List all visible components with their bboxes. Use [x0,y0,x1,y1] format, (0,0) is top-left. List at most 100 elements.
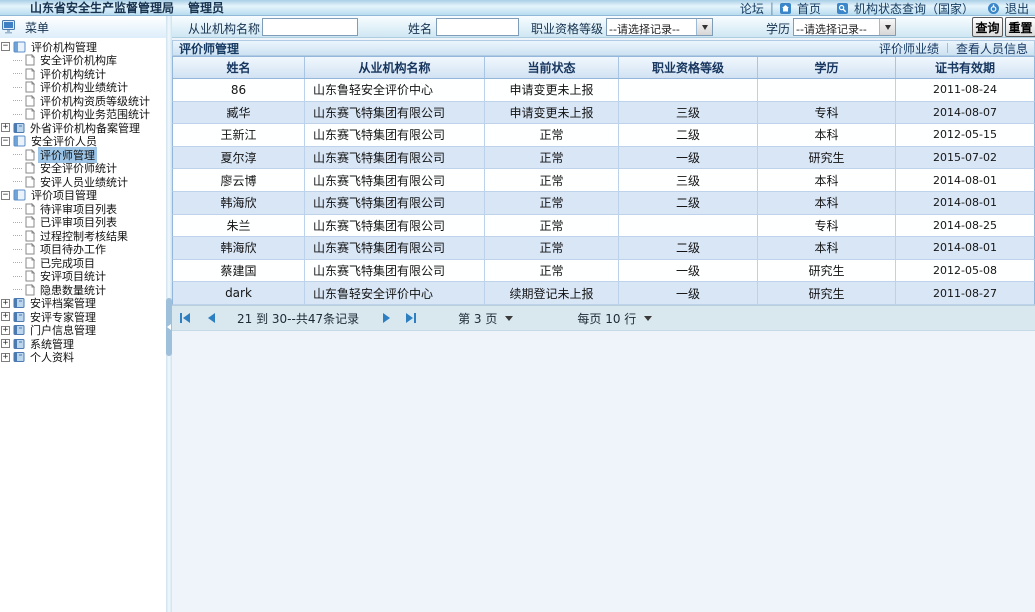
page-number-select[interactable]: 第 3 页 [458,310,513,327]
record-range-info: 21 到 30--共47条记录 [237,310,359,327]
dropdown-arrow-icon[interactable] [879,19,895,35]
tree-connector [13,168,22,169]
collapse-icon[interactable]: − [1,191,10,200]
org-name-input[interactable] [262,18,358,36]
dropdown-arrow-icon[interactable] [696,19,712,35]
table-row[interactable]: 韩海欣山东赛飞特集团有限公司正常二级本科2014-08-01 [172,237,1035,260]
table-cell: 2011-08-27 [896,282,1034,304]
person-name-input[interactable] [436,18,519,36]
forum-link[interactable]: 论坛 [740,0,764,17]
table-cell: 山东赛飞特集团有限公司 [305,260,485,282]
tree-item[interactable]: +系统管理 [0,337,166,351]
expand-icon[interactable]: + [1,339,10,348]
first-page-button[interactable] [180,313,190,323]
expand-icon[interactable]: + [1,312,10,321]
view-personnel-info-link[interactable]: 查看人员信息 [956,40,1028,57]
table-row[interactable]: 廖云博山东赛飞特集团有限公司正常三级本科2014-08-01 [172,169,1035,192]
tree-connector [13,181,22,182]
table-cell: 一级 [619,282,758,304]
table-cell: 2014-08-07 [896,102,1034,124]
expand-icon[interactable]: + [1,326,10,335]
table-cell: dark [173,282,305,304]
table-cell: 正常 [485,192,619,214]
table-row[interactable]: 86山东鲁轻安全评价中心申请变更未上报2011-08-24 [172,79,1035,102]
nav-tree: −评价机构管理安全评价机构库评价机构统计评价机构业绩统计评价机构资质等级统计评价… [0,38,166,364]
table-row[interactable]: dark山东鲁轻安全评价中心续期登记未上报一级研究生2011-08-27 [172,282,1035,305]
folder-icon [13,41,26,53]
page-icon [25,243,35,255]
titlebar-links: 论坛 | 首页 机构状态查询（国家） 退出 [740,0,1029,16]
page-icon [25,270,35,282]
table-cell: 研究生 [758,147,896,169]
dropdown-arrow-icon [505,316,513,321]
expand-icon[interactable]: + [1,353,10,362]
table-header-row: 姓名从业机构名称当前状态职业资格等级学历证书有效期 [172,56,1035,79]
logout-link[interactable]: 退出 [1005,0,1029,17]
table-cell: 本科 [758,192,896,214]
column-header: 证书有效期 [896,57,1034,78]
book-icon [13,351,25,363]
qualification-select[interactable]: --请选择记录-- [606,18,713,36]
table-cell: 二级 [619,124,758,146]
table-cell: 夏尔淳 [173,147,305,169]
page-icon [25,68,35,80]
table-cell: 本科 [758,237,896,259]
collapse-icon[interactable]: − [1,42,10,51]
education-select[interactable]: --请选择记录-- [793,18,896,36]
table-cell: 一级 [619,147,758,169]
next-page-button[interactable] [383,313,390,323]
search-button[interactable]: 查询 [972,17,1003,37]
column-header: 职业资格等级 [619,57,758,78]
table-row[interactable]: 臧华山东赛飞特集团有限公司申请变更未上报三级专科2014-08-07 [172,102,1035,125]
table-cell: 三级 [619,169,758,191]
home-link[interactable]: 首页 [797,0,821,17]
org-status-link[interactable]: 机构状态查询（国家） [854,0,974,17]
evaluator-performance-link[interactable]: 评价师业绩 [879,40,939,57]
table-cell: 山东赛飞特集团有限公司 [305,192,485,214]
org-name-label: 从业机构名称 [178,20,260,37]
page-size-select[interactable]: 每页 10 行 [577,310,652,327]
collapse-icon[interactable]: − [1,137,10,146]
table-cell: 专科 [758,215,896,237]
folder-icon [13,189,26,201]
reset-button[interactable]: 重置 [1005,17,1035,37]
table-row[interactable]: 蔡建国山东赛飞特集团有限公司正常一级研究生2012-05-08 [172,260,1035,283]
table-cell: 韩海欣 [173,192,305,214]
expand-icon[interactable]: + [1,123,10,132]
table-cell: 韩海欣 [173,237,305,259]
tree-connector [13,276,22,277]
table-cell: 二级 [619,237,758,259]
table-cell: 申请变更未上报 [485,102,619,124]
chevron-left-icon [167,324,171,330]
table-cell: 本科 [758,169,896,191]
tree-item[interactable]: + 个人资料 [0,351,166,365]
tree-item-label[interactable]: 个人资料 [28,349,76,365]
book-icon [13,338,25,350]
table-cell: 2014-08-01 [896,169,1034,191]
last-page-button[interactable] [406,313,416,323]
table-cell: 廖云博 [173,169,305,191]
screen: 山东省安全生产监督管理局 管理员 论坛 | 首页 机构状态查询（国家） 退出 菜… [0,0,1035,612]
expand-icon[interactable]: + [1,299,10,308]
table-cell: 正常 [485,237,619,259]
table-cell: 2015-07-02 [896,147,1034,169]
table-row[interactable]: 韩海欣山东赛飞特集团有限公司正常二级本科2014-08-01 [172,192,1035,215]
table-cell: 86 [173,79,305,101]
table-row[interactable]: 夏尔淳山东赛飞特集团有限公司正常一级研究生2015-07-02 [172,147,1035,170]
tree-connector [13,114,22,115]
table-row[interactable]: 王新江山东赛飞特集团有限公司正常二级本科2012-05-15 [172,124,1035,147]
table-cell: 2014-08-01 [896,192,1034,214]
tree-connector [13,222,22,223]
table-cell: 山东赛飞特集团有限公司 [305,237,485,259]
prev-page-button[interactable] [208,313,215,323]
column-header: 从业机构名称 [305,57,485,78]
table-cell: 一级 [619,260,758,282]
tree-item[interactable]: +门户信息管理 [0,324,166,338]
link-separator: | [770,1,774,15]
page-icon [25,257,35,269]
table-row[interactable]: 朱兰山东赛飞特集团有限公司正常专科2014-08-25 [172,215,1035,238]
page-icon [25,230,35,242]
table-cell: 山东赛飞特集团有限公司 [305,102,485,124]
book-icon [13,311,25,323]
evaluator-table: 姓名从业机构名称当前状态职业资格等级学历证书有效期 86山东鲁轻安全评价中心申请… [172,56,1035,305]
